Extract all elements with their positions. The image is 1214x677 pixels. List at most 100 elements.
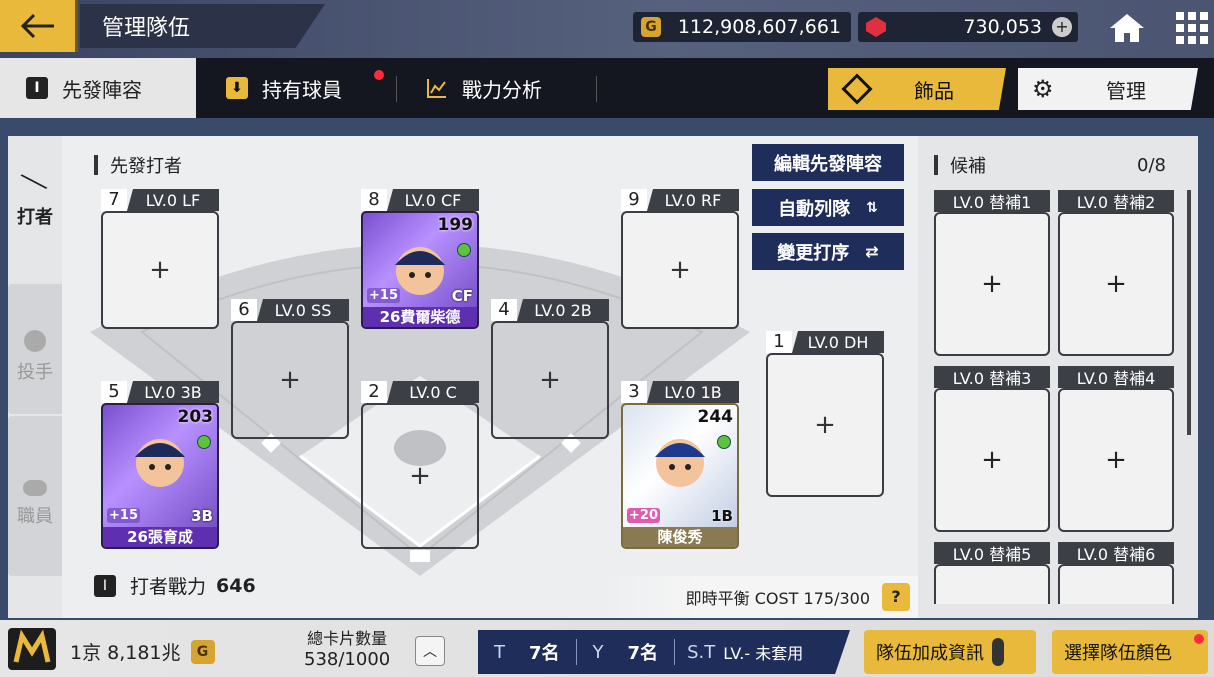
team-bonus-button[interactable]: 隊伍加成資訊 — [864, 630, 1036, 674]
slot-number: 1 — [766, 331, 792, 353]
gear-icon: ⚙ — [1032, 75, 1054, 103]
card-count-value: 538/1000 — [304, 649, 391, 670]
empty-slot-plus[interactable]: + — [1058, 212, 1174, 356]
y-label: Y — [592, 641, 604, 663]
slot-ss[interactable]: 6 LV.0 SS + — [231, 299, 349, 439]
y-value: 7名 — [627, 643, 659, 664]
slot-cf[interactable]: 8 LV.0 CF 199 +15 CF 26費爾柴德 — [361, 189, 479, 329]
empty-slot-plus[interactable]: + — [1058, 388, 1174, 532]
power-value: 646 — [216, 574, 256, 597]
tab-power-analysis[interactable]: 戰力分析 — [426, 58, 596, 118]
empty-slot-plus[interactable]: + — [101, 211, 219, 329]
change-order-button[interactable]: 變更打序 ⇄ — [752, 233, 904, 270]
sort-icon: ⇅ — [866, 199, 878, 216]
slot-level: LV.0 3B — [127, 381, 219, 403]
slot-2b[interactable]: 4 LV.0 2B + — [491, 299, 609, 439]
slot-number: 8 — [361, 189, 387, 211]
team-color-button[interactable]: 選擇隊伍顏色 — [1052, 630, 1208, 674]
auto-lineup-label: 自動列隊 — [778, 198, 851, 220]
tab-owned-label: 持有球員 — [262, 77, 342, 102]
condition-icon — [717, 435, 731, 449]
empty-slot-plus[interactable]: + — [766, 353, 884, 497]
manage-label: 管理 — [1106, 78, 1146, 103]
player-position: 3B — [191, 507, 213, 525]
player-ovr: 199 — [437, 215, 474, 235]
bench-slot[interactable]: LV.0 替補2 + — [1058, 190, 1174, 356]
slot-number: 2 — [361, 381, 387, 403]
st-value: LV.- 未套用 — [723, 644, 804, 663]
empty-slot-plus[interactable]: + — [934, 212, 1050, 356]
player-ovr: 203 — [177, 407, 214, 427]
expand-cards-button[interactable]: ︿ — [415, 636, 445, 666]
slot-lf[interactable]: 7 LV.0 LF + — [101, 189, 219, 329]
bench-slot[interactable]: LV.0 替補5 — [934, 542, 1050, 604]
player-card[interactable]: 199 +15 CF 26費爾柴德 — [361, 211, 479, 329]
tab-owned-players[interactable]: ⬇ 持有球員 — [226, 58, 396, 118]
player-card[interactable]: 244 +20 1B 陳俊秀 — [621, 403, 739, 549]
slot-level: LV.0 DH — [792, 331, 884, 353]
back-button[interactable] — [0, 0, 78, 52]
change-order-label: 變更打序 — [777, 242, 850, 264]
tab-starting-lineup[interactable]: I 先發陣容 — [0, 58, 196, 118]
slot-1b[interactable]: 3 LV.0 1B 244 +20 1B 陳俊秀 — [621, 381, 739, 549]
player-ovr: 244 — [697, 407, 734, 427]
team-color-label: 選擇隊伍顏色 — [1064, 643, 1172, 664]
empty-slot-plus[interactable]: + — [934, 388, 1050, 532]
bench-slot[interactable]: LV.0 替補6 — [1058, 542, 1174, 604]
empty-slot-plus[interactable]: + — [621, 211, 739, 329]
divider — [674, 639, 676, 665]
edit-lineup-button[interactable]: 編輯先發陣容 — [752, 144, 904, 181]
lineup-icon: I — [26, 77, 48, 99]
slot-level: LV.0 1B — [647, 381, 739, 403]
gem-icon — [866, 17, 886, 37]
gem-value: 730,053 — [963, 16, 1042, 38]
bench-slot[interactable]: LV.0 替補1 + — [934, 190, 1050, 356]
team-synergy-bar[interactable]: T 7名 Y 7名 S.T LV.- 未套用 — [478, 630, 850, 674]
slot-c[interactable]: 2 LV.0 C + — [361, 381, 479, 549]
slot-3b[interactable]: 5 LV.0 3B 203 +15 3B 26張育成 — [101, 381, 219, 549]
player-card[interactable]: 203 +15 3B 26張育成 — [101, 403, 219, 549]
manage-button[interactable]: ⚙ 管理 — [1018, 68, 1198, 110]
slot-level: LV.0 2B — [517, 299, 609, 321]
hitter-power: I 打者戰力 646 — [94, 572, 256, 599]
tab-row: I 先發陣容 ⬇ 持有球員 戰力分析 飾品 ⚙ 管理 — [0, 58, 1214, 118]
auto-lineup-button[interactable]: 自動列隊 ⇅ — [752, 189, 904, 226]
slot-rf[interactable]: 9 LV.0 RF + — [621, 189, 739, 329]
home-icon[interactable] — [1106, 10, 1148, 46]
add-gem-icon[interactable]: + — [1052, 17, 1072, 37]
bench-slot-level: LV.0 替補4 — [1058, 366, 1174, 388]
side-tab-hitter[interactable]: ╲ 打者 — [8, 168, 62, 280]
empty-slot-plus[interactable]: + — [231, 321, 349, 439]
player-position: CF — [451, 287, 473, 305]
slot-dh[interactable]: 1 LV.0 DH + — [766, 331, 884, 497]
slot-level: LV.0 SS — [257, 299, 349, 321]
help-button[interactable]: ? — [882, 583, 910, 611]
side-tab-pitcher[interactable]: 投手 — [8, 284, 62, 414]
player-upgrade: +20 — [627, 508, 660, 523]
side-tab-pitcher-label: 投手 — [17, 362, 53, 383]
whistle-icon — [23, 480, 47, 496]
bench-slot[interactable]: LV.0 替補4 + — [1058, 366, 1174, 532]
gold-icon: G — [190, 639, 215, 664]
side-tab-staff[interactable]: 職員 — [8, 416, 62, 576]
game-logo — [6, 626, 58, 672]
t-label: T — [494, 641, 505, 663]
menu-grid-icon[interactable] — [1174, 10, 1210, 46]
empty-slot[interactable] — [1058, 564, 1174, 604]
accessory-button[interactable]: 飾品 — [828, 68, 1006, 110]
empty-slot-plus[interactable]: + — [491, 321, 609, 439]
swap-icon: ⇄ — [865, 242, 879, 261]
empty-slot[interactable] — [934, 564, 1050, 604]
side-tab-staff-label: 職員 — [17, 506, 53, 527]
money-value: 1京 8,181兆 — [70, 642, 181, 664]
section-bar — [94, 155, 98, 175]
bench-slot[interactable]: LV.0 替補3 + — [934, 366, 1050, 532]
empty-slot-plus[interactable]: + — [361, 403, 479, 549]
slot-number: 9 — [621, 189, 647, 211]
divider — [575, 639, 577, 665]
slot-number: 5 — [101, 381, 127, 403]
condition-icon — [457, 243, 471, 257]
section-bar — [934, 155, 938, 175]
page-title: 管理隊伍 — [80, 4, 325, 48]
st-label: S.T — [687, 641, 716, 663]
